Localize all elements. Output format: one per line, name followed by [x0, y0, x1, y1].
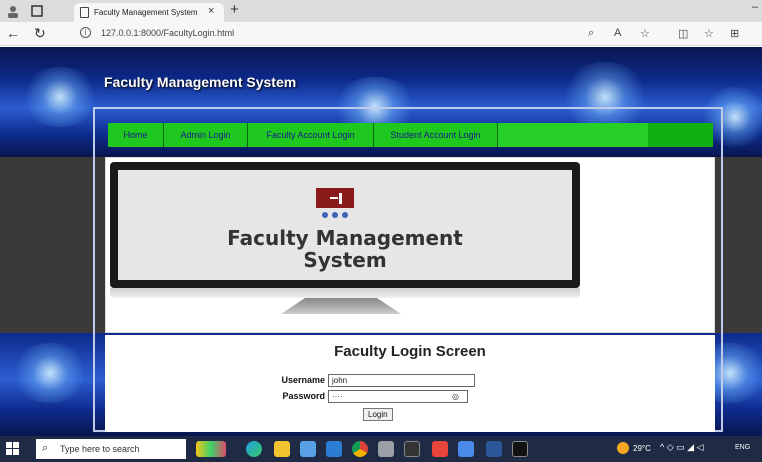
- profile-icon[interactable]: [6, 4, 20, 18]
- nav-student-account-login[interactable]: Student Account Login: [374, 123, 498, 147]
- favorites-icon[interactable]: ☆: [640, 27, 650, 40]
- monitor-stand: [281, 298, 401, 314]
- browser-tab-bar: Faculty Management System × + –: [0, 0, 762, 22]
- widgets-icon[interactable]: [196, 441, 226, 457]
- mail-icon[interactable]: [326, 441, 342, 457]
- username-input[interactable]: john: [328, 374, 475, 387]
- tab-title: Faculty Management System: [94, 8, 198, 17]
- read-aloud-icon[interactable]: A: [614, 27, 621, 39]
- web-page: Faculty Management System Home Admin Log…: [0, 47, 762, 436]
- banner: Faculty Management System: [105, 157, 715, 333]
- word-icon[interactable]: [486, 441, 502, 457]
- app-icon-red[interactable]: [432, 441, 448, 457]
- monitor-chin: [110, 288, 580, 298]
- search-placeholder: Type here to search: [60, 444, 140, 454]
- collections-icon[interactable]: ⊞: [730, 27, 739, 40]
- nav-faculty-account-login[interactable]: Faculty Account Login: [248, 123, 374, 147]
- temperature-text[interactable]: 29°C: [633, 444, 651, 453]
- split-screen-icon[interactable]: ◫: [678, 27, 688, 40]
- browser-tab[interactable]: Faculty Management System ×: [74, 3, 224, 22]
- banner-title-line1: Faculty Management: [227, 226, 463, 250]
- monitor-screen: Faculty Management System: [118, 170, 572, 280]
- tab-close-icon[interactable]: ×: [208, 5, 214, 17]
- login-button[interactable]: Login: [363, 408, 393, 421]
- terminal-icon[interactable]: [404, 441, 420, 457]
- banner-title-line2: System: [303, 248, 387, 272]
- nav-home[interactable]: Home: [108, 123, 164, 147]
- taskbar: ⌕ Type here to search 29°C ^ ◇ ▭ ◢ ◁ ENG: [0, 436, 762, 462]
- main-container: Home Admin Login Faculty Account Login S…: [93, 107, 723, 432]
- monitor-image: Faculty Management System: [110, 162, 580, 288]
- url-text[interactable]: 127.0.0.1:8000/FacultyLogin.html: [101, 28, 234, 38]
- nav-bar: Home Admin Login Faculty Account Login S…: [108, 123, 713, 147]
- address-bar[interactable]: i 127.0.0.1:8000/FacultyLogin.html: [76, 26, 676, 42]
- address-bar-row: ← ↻ i 127.0.0.1:8000/FacultyLogin.html ⌕…: [0, 22, 762, 46]
- info-icon[interactable]: i: [80, 27, 91, 38]
- search-page-icon[interactable]: ⌕: [588, 27, 594, 40]
- page-icon: [80, 7, 89, 18]
- site-title: Faculty Management System: [104, 74, 297, 90]
- teacher-icon: [316, 188, 354, 220]
- back-icon[interactable]: ←: [6, 25, 20, 41]
- system-tray-icons[interactable]: ^ ◇ ▭ ◢ ◁: [660, 442, 704, 453]
- password-value: ····: [332, 392, 343, 401]
- login-heading: Faculty Login Screen: [334, 343, 486, 360]
- login-panel: Faculty Login Screen Username john Passw…: [105, 335, 715, 432]
- edge-icon[interactable]: [246, 441, 262, 457]
- app-icon-blue[interactable]: [458, 441, 474, 457]
- windows-start-icon[interactable]: [6, 442, 20, 456]
- store-icon[interactable]: [300, 441, 316, 457]
- new-tab-button[interactable]: +: [230, 1, 239, 18]
- username-label: Username: [281, 375, 325, 385]
- favorites-bar-icon[interactable]: ☆: [704, 27, 714, 40]
- language-indicator[interactable]: ENG: [735, 444, 750, 451]
- refresh-icon[interactable]: ↻: [34, 25, 46, 42]
- tab-actions-icon[interactable]: [30, 4, 44, 18]
- chrome-icon[interactable]: [352, 441, 368, 457]
- password-label: Password: [282, 391, 325, 401]
- file-explorer-icon[interactable]: [274, 441, 290, 457]
- cmd-icon[interactable]: [512, 441, 528, 457]
- search-icon: ⌕: [42, 442, 49, 454]
- reveal-password-icon[interactable]: ◎: [452, 391, 459, 402]
- weather-icon[interactable]: [617, 442, 629, 454]
- nav-admin-login[interactable]: Admin Login: [164, 123, 248, 147]
- paint-icon[interactable]: [378, 441, 394, 457]
- minimize-icon[interactable]: –: [752, 1, 758, 13]
- nav-filler: [498, 123, 648, 147]
- taskbar-search[interactable]: ⌕ Type here to search: [36, 439, 186, 459]
- password-input[interactable]: ···· ◎: [328, 390, 468, 403]
